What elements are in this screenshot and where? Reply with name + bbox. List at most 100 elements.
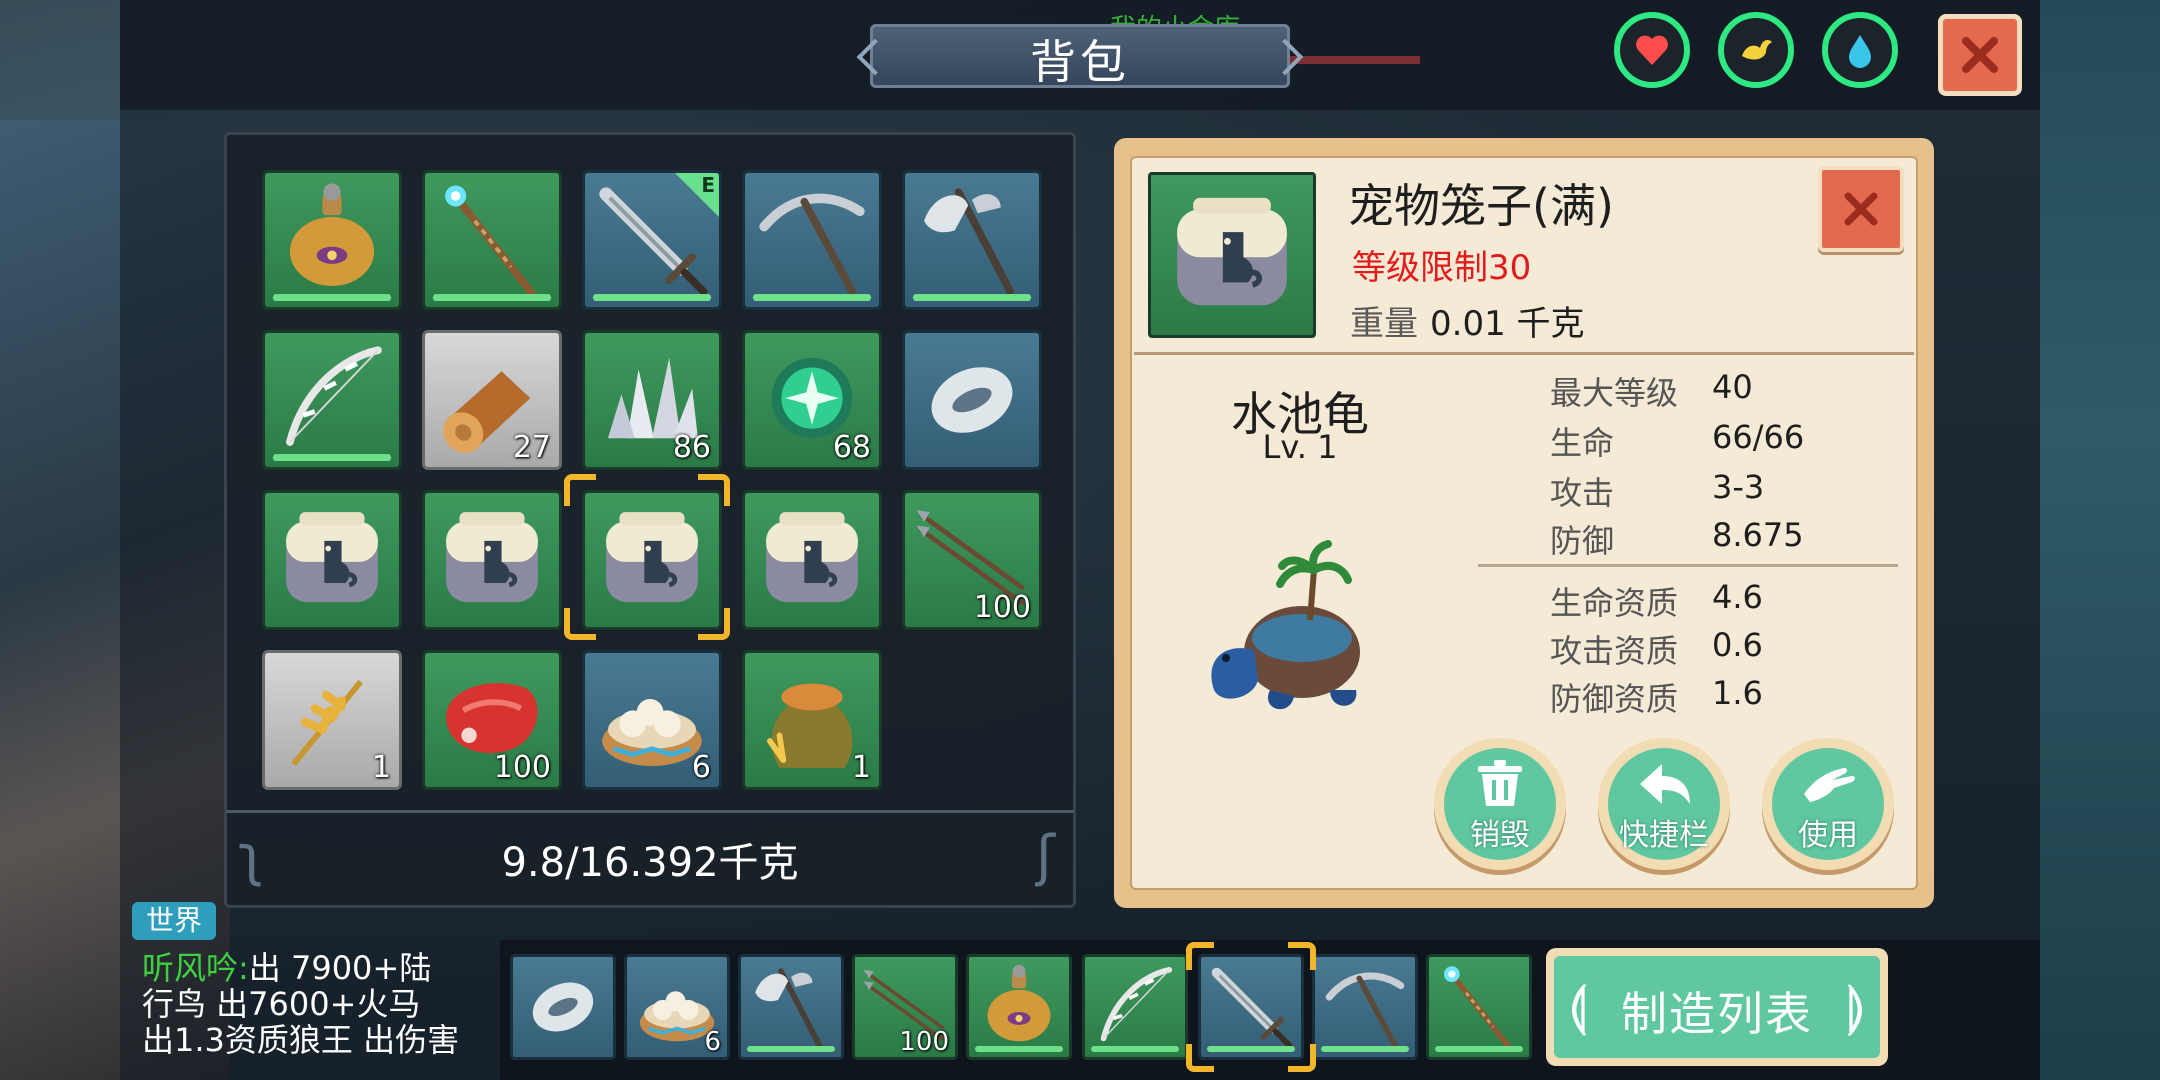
water-drop-icon — [1849, 35, 1871, 68]
close-icon — [1962, 37, 1998, 73]
shield-stone-icon — [931, 367, 1013, 433]
page-title: 背包 — [1030, 35, 1130, 89]
battle-axe-icon — [755, 968, 823, 1049]
aptitude-label: 防御资质 — [1550, 680, 1679, 718]
hotbar-slot[interactable] — [1426, 954, 1532, 1060]
heart-icon — [1636, 35, 1668, 65]
destroy-label: 销毁 — [1470, 818, 1530, 853]
inventory-slot[interactable]: 1 — [742, 650, 882, 790]
inventory-slot[interactable] — [422, 170, 562, 310]
inventory-slot[interactable] — [262, 490, 402, 630]
aptitude-label: 生命资质 — [1550, 584, 1679, 622]
chat-speaker: 听风吟 — [142, 949, 239, 987]
craft-list-button[interactable]: ⟬ 制造列表 ⟭ — [1546, 948, 1888, 1066]
detail-weight-label: 重量 — [1350, 304, 1418, 344]
stamina-status[interactable] — [1718, 12, 1794, 88]
magic-staff-icon — [445, 185, 537, 298]
hotbar-slot[interactable] — [510, 954, 616, 1060]
item-count: 86 — [672, 430, 711, 465]
hotbar-slot[interactable] — [966, 954, 1072, 1060]
detail-divider — [1134, 352, 1914, 355]
inventory-slot[interactable]: E — [582, 170, 722, 310]
item-count: 68 — [832, 430, 871, 465]
inventory-slot[interactable]: 27 — [422, 330, 562, 470]
quickbar-label: 快捷栏 — [1619, 818, 1709, 853]
durability-bar — [753, 294, 871, 301]
chat-text-2: 行鸟 出7600+火马 — [142, 985, 421, 1023]
inventory-weight: 9.8/16.392千克 — [501, 840, 799, 886]
hotbar-slot[interactable] — [738, 954, 844, 1060]
durability-bar — [747, 1046, 835, 1052]
detail-close-button[interactable] — [1818, 166, 1904, 252]
hotbar-slot[interactable]: 6 — [624, 954, 730, 1060]
inventory-slot[interactable] — [742, 490, 882, 630]
close-icon — [1844, 192, 1878, 226]
stat-label: 防御 — [1550, 522, 1615, 560]
inventory-slot[interactable] — [582, 490, 722, 630]
item-count: 100 — [973, 590, 1031, 625]
inventory-slot[interactable]: 100 — [902, 490, 1042, 630]
water-flask-icon — [289, 183, 375, 286]
inventory-slot[interactable] — [742, 170, 882, 310]
detail-item-icon — [1148, 172, 1316, 338]
durability-bar — [1321, 1046, 1409, 1052]
stat-value: 8.675 — [1712, 516, 1804, 554]
hotbar-selected-indicator — [1186, 942, 1316, 1072]
inventory-divider — [226, 810, 1074, 813]
inventory-slot[interactable]: 1 — [262, 650, 402, 790]
bow-icon — [1100, 967, 1173, 1042]
pickaxe-icon — [1325, 972, 1405, 1049]
hotbar-slot[interactable] — [1312, 954, 1418, 1060]
water-flask-icon — [987, 964, 1051, 1042]
inventory-slot[interactable]: 68 — [742, 330, 882, 470]
aptitude-value: 4.6 — [1712, 578, 1763, 616]
stat-value: 40 — [1712, 368, 1753, 406]
quickbar-button[interactable]: 快捷栏 — [1598, 738, 1730, 870]
background-water-right — [2040, 0, 2160, 1080]
detail-item-name: 宠物笼子(满) — [1348, 179, 1614, 233]
chat-channel-tag[interactable]: 世界 — [132, 902, 216, 940]
item-count: 100 — [493, 750, 551, 785]
inventory-slot[interactable] — [422, 490, 562, 630]
pet-cage-icon — [766, 512, 858, 603]
ornament-right: ⟭ — [1846, 974, 1866, 1037]
pet-level: Lv. 1 — [1262, 428, 1338, 466]
inventory-slot[interactable]: 6 — [582, 650, 722, 790]
inventory-slot[interactable] — [902, 330, 1042, 470]
item-count: 1 — [371, 750, 391, 785]
inventory-slot[interactable] — [262, 170, 402, 310]
close-button[interactable] — [1938, 14, 2022, 96]
detail-weight-value: 0.01 千克 — [1430, 304, 1585, 344]
chat-separator: : — [238, 949, 249, 987]
bow-icon — [286, 346, 382, 446]
water-status[interactable] — [1822, 12, 1898, 88]
use-button[interactable]: 使用 — [1762, 738, 1894, 870]
battle-axe-icon — [924, 188, 1015, 296]
detail-level-requirement: 等级限制30 — [1352, 248, 1532, 288]
hand-icon — [1804, 768, 1855, 802]
stat-label: 最大等级 — [1550, 374, 1679, 412]
stats-divider — [1478, 564, 1898, 567]
stat-value: 3-3 — [1712, 468, 1765, 506]
pickaxe-icon — [759, 193, 865, 296]
hotbar-slot[interactable] — [1082, 954, 1188, 1060]
stat-value: 66/66 — [1712, 418, 1805, 456]
chat-text-1: 出 7900+陆 — [248, 949, 432, 987]
pond-turtle-model — [1211, 540, 1360, 710]
magic-staff-icon — [1444, 966, 1512, 1050]
inventory-slot[interactable] — [262, 330, 402, 470]
craft-list-label: 制造列表 — [1621, 987, 1813, 1041]
durability-bar — [975, 1046, 1063, 1052]
aptitude-value: 1.6 — [1712, 674, 1763, 712]
health-status[interactable] — [1614, 12, 1690, 88]
inventory-slot[interactable]: 86 — [582, 330, 722, 470]
destroy-button[interactable]: 销毁 — [1434, 738, 1566, 870]
hotbar-slot[interactable]: 100 — [852, 954, 958, 1060]
stamina-icon — [1742, 40, 1772, 60]
chat-message[interactable]: 听风吟:出 7900+陆 行鸟 出7600+火马 出1.3资质狼王 出伤害 — [142, 950, 502, 1058]
stat-label: 攻击 — [1550, 474, 1615, 512]
chat-text-3: 出1.3资质狼王 出伤害 — [142, 1021, 460, 1059]
use-label: 使用 — [1798, 818, 1858, 853]
inventory-slot[interactable] — [902, 170, 1042, 310]
inventory-slot[interactable]: 100 — [422, 650, 562, 790]
